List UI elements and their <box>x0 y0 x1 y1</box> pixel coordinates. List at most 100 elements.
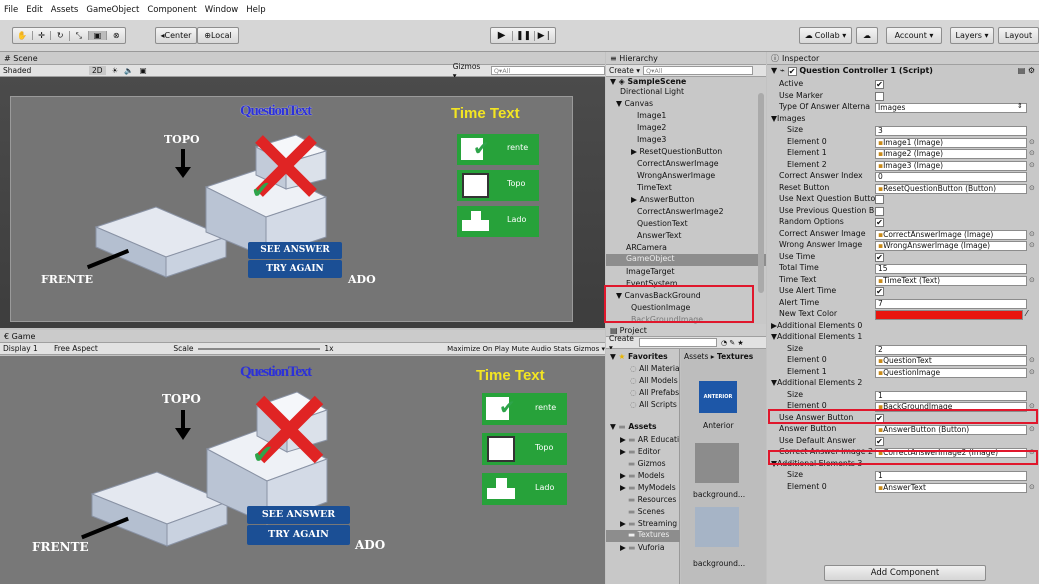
hierarchy-item[interactable]: Image3 <box>637 135 666 144</box>
inspector-checkbox[interactable]: ✔ <box>875 252 884 262</box>
object-field[interactable]: ▪Image2 (Image) <box>875 149 1027 159</box>
asset-folder[interactable]: ▬ Scenes <box>628 507 665 516</box>
inspector-text-field[interactable]: 3 <box>875 126 1027 136</box>
scene-root-item[interactable]: ▼ ◈ SampleScene <box>610 77 686 86</box>
inspector-dropdown[interactable]: Images <box>875 103 1027 113</box>
hierarchy-tab[interactable]: ≡ Hierarchy <box>606 52 766 65</box>
color-swatch[interactable] <box>875 310 1023 320</box>
eyedropper-icon[interactable]: ⁄ <box>1026 309 1027 318</box>
object-field[interactable]: ▪QuestionImage <box>875 367 1027 378</box>
object-field[interactable]: ▪ResetQuestionButton (Button) <box>875 183 1027 194</box>
object-field[interactable]: ▪AnswerText <box>875 482 1027 493</box>
game-tab[interactable]: € Game <box>0 330 605 343</box>
hierarchy-scrollbar[interactable] <box>758 93 764 293</box>
asset-folder-selected[interactable]: ▬ Textures <box>606 530 680 542</box>
scene-tab[interactable]: # Scene <box>0 52 605 65</box>
game-answer-option-card-3[interactable]: Lado <box>482 473 567 505</box>
object-picker-icon[interactable]: ⊙ <box>1029 149 1035 157</box>
component-enabled-checkbox[interactable]: ✔ <box>787 67 797 76</box>
object-field[interactable]: ▪WrongAnswerImage (Image) <box>875 241 1027 251</box>
inspector-checkbox[interactable]: ✔ <box>875 218 884 227</box>
pivot-center-button[interactable]: ◂Center <box>155 27 197 44</box>
background-thumbnail-1[interactable] <box>695 443 739 483</box>
collab-button[interactable]: ☁ Collab ▾ <box>799 27 852 44</box>
object-field[interactable]: ▪Image1 (Image) <box>875 137 1027 148</box>
menu-help[interactable]: Help <box>246 5 265 15</box>
scene-search-input[interactable]: Q▾All <box>490 66 605 75</box>
hierarchy-item[interactable]: WrongAnswerImage <box>637 171 715 180</box>
game-view-options[interactable]: Maximize On Play Mute Audio Stats Gizmos… <box>447 345 605 353</box>
component-header[interactable]: ▼ ⌁ ✔ Question Controller 1 (Script) <box>771 66 933 78</box>
effects-toggle-icon[interactable]: ▣ <box>140 66 147 75</box>
object-picker-icon[interactable]: ⊙ <box>1029 368 1035 376</box>
object-field[interactable]: ▪TimeText (Text) <box>875 275 1027 286</box>
rect-tool-icon[interactable]: ▣ <box>87 31 107 40</box>
hierarchy-item[interactable]: ImageTarget <box>626 267 675 276</box>
hierarchy-search-input[interactable]: Q▾All <box>643 66 753 75</box>
object-field[interactable]: ▪AnswerButton (Button) <box>875 425 1027 435</box>
breadcrumb-root[interactable]: Assets <box>684 352 708 361</box>
step-icon[interactable]: ▶❘ <box>533 30 555 41</box>
add-component-button[interactable]: Add Component <box>824 565 986 581</box>
project-filter-icons[interactable]: ◔ ✎ ★ <box>721 339 744 347</box>
see-answer-button[interactable]: SEE ANSWER <box>248 242 342 259</box>
component-menu-icon[interactable]: ▤ ⚙ <box>1018 66 1035 75</box>
hierarchy-item[interactable]: ▶ AnswerButton <box>631 195 694 204</box>
inspector-text-field[interactable]: 2 <box>875 344 1027 355</box>
layers-dropdown[interactable]: Layers ▾ <box>950 27 994 44</box>
inspector-text-field[interactable]: 15 <box>875 264 1027 274</box>
breadcrumb-leaf[interactable]: Textures <box>717 352 753 361</box>
inspector-text-field[interactable]: 7 <box>875 298 1027 309</box>
hierarchy-item[interactable]: Image1 <box>637 111 666 120</box>
asset-folder[interactable]: ▶ ▬ AR Educati <box>620 435 679 444</box>
object-picker-icon[interactable]: ⊙ <box>1029 230 1035 238</box>
inspector-checkbox[interactable]: ✔ <box>875 436 884 446</box>
hierarchy-item-canvas[interactable]: ▼ Canvas <box>616 99 653 108</box>
object-picker-icon[interactable]: ⊙ <box>1029 276 1035 284</box>
inspector-checkbox[interactable] <box>875 206 884 216</box>
game-answer-option-card-2[interactable]: Topo <box>482 433 567 465</box>
inspector-tab[interactable]: ⓘ Inspector <box>767 52 1039 65</box>
object-field[interactable]: ▪CorrectAnswerImage (Image) <box>875 229 1027 240</box>
game-answer-option-card-1[interactable]: ✔ rente <box>482 393 567 425</box>
shaded-dropdown[interactable]: Shaded <box>3 66 79 75</box>
favorite-item[interactable]: ◌ All Scripts <box>630 400 677 409</box>
inspector-checkbox[interactable]: ✔ <box>875 80 884 89</box>
menu-assets[interactable]: Assets <box>51 5 79 15</box>
inspector-checkbox[interactable] <box>875 91 884 101</box>
answer-option-card-1[interactable]: ✔ rente <box>457 134 539 165</box>
menu-file[interactable]: File <box>4 5 18 15</box>
asset-folder[interactable]: ▶ ▬ MyModels <box>620 483 676 492</box>
inspector-text-field[interactable]: 1 <box>875 390 1027 401</box>
account-button[interactable]: Account ▾ <box>886 27 942 44</box>
hierarchy-item[interactable]: Directional Light <box>620 87 684 96</box>
lighting-toggle-icon[interactable]: ☀ <box>112 66 119 75</box>
object-picker-icon[interactable]: ⊙ <box>1029 138 1035 146</box>
transform-tool-icon[interactable]: ⊗ <box>106 31 125 40</box>
asset-folder[interactable]: ▶ ▬ Editor <box>620 447 660 456</box>
hierarchy-item[interactable]: ARCamera <box>626 243 667 252</box>
object-picker-icon[interactable]: ⊙ <box>1029 483 1035 491</box>
object-picker-icon[interactable]: ⊙ <box>1029 161 1035 169</box>
game-view[interactable]: QuestionText Time Text TOPO ✔ FRENTE SEE… <box>0 356 605 584</box>
background-thumbnail-2[interactable] <box>695 507 739 547</box>
scale-tool-icon[interactable]: ⤡ <box>69 30 88 41</box>
inspector-text-field[interactable]: 0 <box>875 172 1027 182</box>
menu-gameobject[interactable]: GameObject <box>86 5 139 15</box>
favorites-header[interactable]: ▼ ★ Favorites <box>610 352 668 361</box>
menu-window[interactable]: Window <box>205 5 239 15</box>
object-field[interactable]: ▪Image3 (Image) <box>875 160 1027 171</box>
transform-tools[interactable]: ✋ ✛ ↻ ⤡ ▣ ⊗ <box>12 27 126 44</box>
project-search-input[interactable] <box>639 338 717 347</box>
menu-edit[interactable]: Edit <box>26 5 42 15</box>
object-picker-icon[interactable]: ⊙ <box>1029 356 1035 364</box>
asset-folder[interactable]: ▬ Resources <box>628 495 676 504</box>
hierarchy-item-selected[interactable]: GameObject <box>606 254 766 266</box>
pause-icon[interactable]: ❚❚ <box>512 30 533 41</box>
object-picker-icon[interactable]: ⊙ <box>1029 184 1035 192</box>
inspector-text-field[interactable]: 1 <box>875 471 1027 481</box>
try-again-button[interactable]: TRY AGAIN <box>248 260 342 278</box>
favorite-item[interactable]: ◌ All Materia <box>630 364 680 373</box>
hierarchy-item[interactable]: CorrectAnswerImage2 <box>637 207 724 216</box>
asset-folder[interactable]: ▶ ▬ Streaming <box>620 519 677 528</box>
